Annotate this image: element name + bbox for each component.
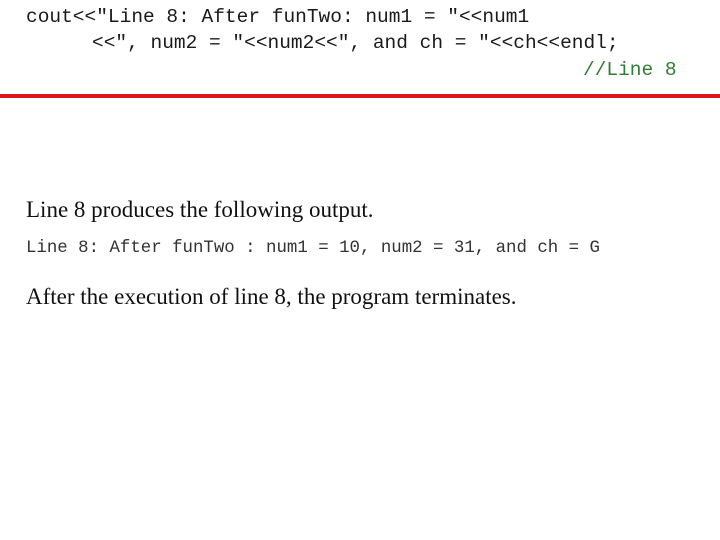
red-divider [0, 94, 720, 98]
conclusion-text: After the execution of line 8, the progr… [26, 284, 517, 309]
code-line-1: cout<<"Line 8: After funTwo: num1 = "<<n… [26, 6, 530, 28]
program-output: Line 8: After funTwo : num1 = 10, num2 =… [26, 239, 600, 258]
intro-text: Line 8 produces the following output. [26, 197, 374, 222]
code-line-2: <<", num2 = "<<num2<<", and ch = "<<ch<<… [92, 32, 619, 54]
code-comment: //Line 8 [583, 59, 677, 81]
